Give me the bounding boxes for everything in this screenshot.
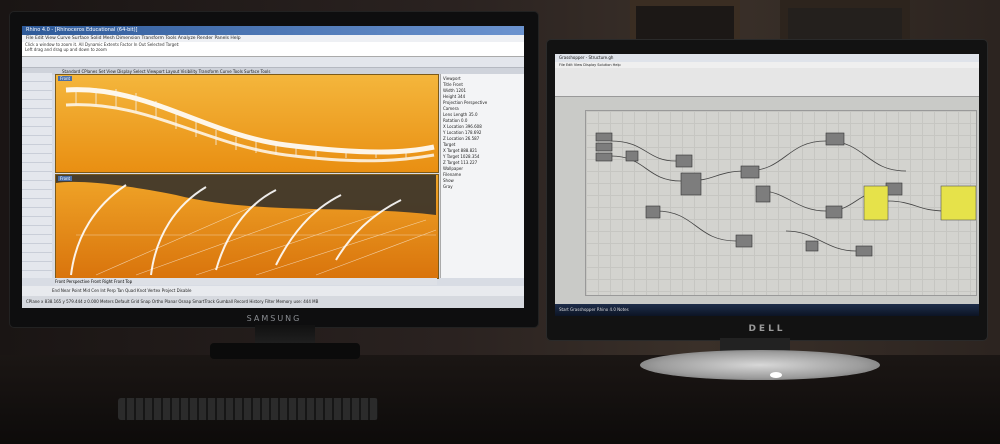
left-monitor: Rhino 4.0 - [Rhinoceros Educational (64-… [10, 12, 538, 327]
right-monitor-brand: DELL [748, 324, 786, 334]
truss-structure-perspective [56, 175, 437, 276]
rhino-toolbar[interactable] [22, 57, 524, 68]
viewport-top[interactable]: Front [55, 74, 439, 173]
status-bar: CPlane x 838.165 y 579.444 z 0.000 Meter… [22, 296, 524, 308]
viewport-top-label: Front [58, 76, 73, 81]
rhino-command-area[interactable]: Click a window to zoom it. All Dynamic E… [22, 42, 524, 57]
left-screen: Rhino 4.0 - [Rhinoceros Educational (64-… [22, 26, 524, 308]
rhino-left-toolbar[interactable] [22, 73, 52, 278]
right-screen: Grasshopper - Structure.gh File Edit Vie… [555, 54, 979, 316]
viewport-bottom-label: Front [58, 176, 73, 181]
viewport-tabs[interactable]: Front Perspective Front Right Front Top [55, 278, 437, 285]
properties-text: Viewport Title Front Width 1201 Height 3… [443, 76, 488, 189]
grasshopper-title-bar: Grasshopper - Structure.gh [555, 54, 979, 62]
viewport-bottom[interactable]: Front [55, 174, 439, 279]
reflection-highlight [770, 372, 782, 378]
osnap-bar[interactable]: End Near Point Mid Cen Int Perp Tan Quad… [22, 286, 524, 296]
properties-panel[interactable]: Viewport Title Front Width 1201 Height 3… [440, 74, 524, 278]
right-monitor: Grasshopper - Structure.gh File Edit Vie… [547, 40, 987, 340]
truss-structure-top [65, 87, 435, 163]
rhino-title-bar: Rhino 4.0 - [Rhinoceros Educational (64-… [22, 26, 524, 35]
rhino-menu-bar[interactable]: File Edit View Curve Surface Solid Mesh … [22, 35, 524, 42]
windows-taskbar[interactable]: Start Grasshopper Rhino 4.0 Notes [555, 304, 979, 316]
left-monitor-brand: SAMSUNG [246, 314, 302, 323]
grasshopper-canvas[interactable] [585, 110, 977, 296]
command-history-2: Left drag and drag up and down to zoom [25, 47, 107, 52]
left-monitor-base [210, 343, 360, 359]
photo-scene: Rhino 4.0 - [Rhinoceros Educational (64-… [0, 0, 1000, 444]
keyboard [118, 398, 378, 420]
node-graph [595, 132, 977, 257]
grasshopper-component-toolbar[interactable] [555, 68, 979, 97]
right-monitor-base [640, 350, 880, 380]
